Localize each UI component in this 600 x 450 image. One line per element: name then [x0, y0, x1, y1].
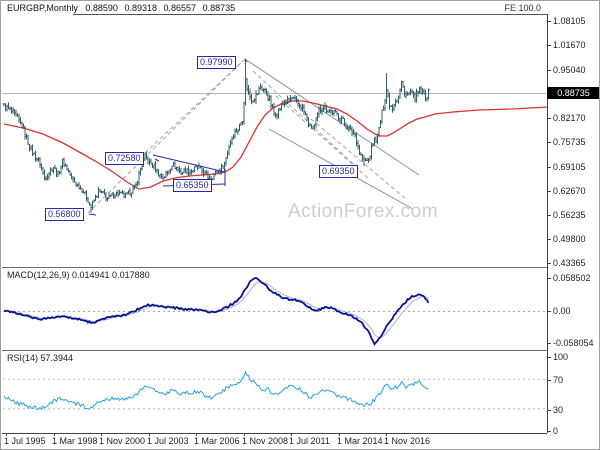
rsi-axis-label: 0: [553, 426, 559, 436]
date-axis-label: 1 Jul 1995: [4, 436, 46, 446]
date-axis-label: 1 Nov 2008: [242, 436, 289, 446]
date-axis-label: 1 Mar 2006: [194, 436, 240, 446]
current-price-tag: 0.88735: [547, 87, 599, 99]
price-annotation-label: 0.72580: [105, 152, 144, 165]
price-axis-label: 0.43365: [553, 258, 586, 268]
quote-close: 0.88735: [202, 3, 236, 13]
chart-canvas[interactable]: [1, 1, 600, 450]
price-axis-label: 0.95040: [553, 65, 586, 75]
symbol-timeframe-label: EURGBP,Monthly: [7, 3, 83, 13]
quote-low: 0.86557: [163, 3, 197, 13]
price-axis-label: 0.49800: [553, 234, 586, 244]
rsi-axis-label: 30: [553, 405, 564, 415]
price-axis-label: 0.62670: [553, 186, 586, 196]
date-axis-label: 1 Nov 2000: [99, 436, 146, 446]
price-axis-label: 1.08105: [553, 16, 586, 26]
watermark: ActionForex.com: [288, 201, 439, 222]
rsi-axis-label: 100: [553, 352, 569, 362]
price-annotation-label: 0.65350: [173, 179, 212, 192]
macd-indicator-label: MACD(12,26,9) 0.014941 0.017880: [7, 270, 150, 280]
macd-axis-label: -0.058054: [553, 338, 594, 348]
price-axis-label: 0.82170: [553, 113, 586, 123]
rsi-indicator-label: RSI(14) 57.3944: [7, 353, 74, 363]
price-axis-label: 0.69105: [553, 162, 586, 172]
rsi-axis-label: 70: [553, 375, 564, 385]
fibonacci-expansion-label: FE 100.0: [504, 3, 541, 13]
chart-window: EURGBP,Monthly 0.88590 0.89318 0.86557 0…: [0, 0, 600, 450]
date-axis-label: 1 Jul 2011: [289, 436, 330, 446]
price-axis-label: 0.56235: [553, 210, 586, 220]
price-annotation-label: 0.56800: [45, 208, 84, 221]
macd-axis-label: 0.058502: [553, 273, 591, 283]
date-axis-label: 1 Mar 1998: [52, 436, 98, 446]
price-annotation-label: 0.97990: [197, 56, 236, 69]
macd-axis-label: 0.00: [553, 306, 571, 316]
quote-high: 0.89318: [124, 3, 157, 13]
chart-title: EURGBP,Monthly 0.88590 0.89318 0.86557 0…: [7, 3, 239, 14]
price-axis-label: 1.01670: [553, 40, 586, 50]
price-annotation-label: 0.69350: [319, 165, 358, 178]
date-axis-label: 1 Jul 2003: [147, 436, 189, 446]
price-axis-label: 0.75735: [553, 137, 586, 147]
quote-open: 0.88590: [85, 3, 118, 13]
candles-path: [2, 58, 430, 213]
date-axis-label: 1 Mar 2014: [337, 436, 383, 446]
date-axis-label: 1 Nov 2016: [384, 436, 431, 446]
